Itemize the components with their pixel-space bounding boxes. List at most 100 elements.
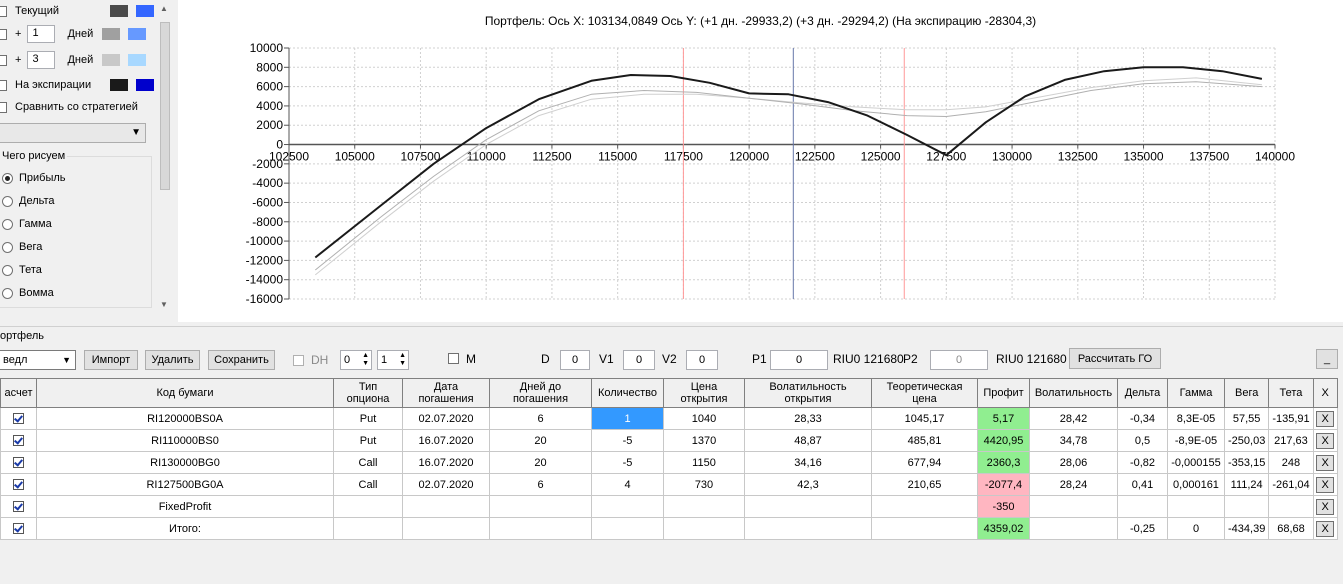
table-row[interactable]: RI110000BS0 Put 16.07.2020 20 -5 1370 48,87 485…: [0, 429, 1338, 452]
delete-button[interactable]: Удалить: [145, 350, 200, 370]
calc-cell[interactable]: [0, 473, 37, 496]
cell-type[interactable]: [333, 517, 403, 540]
cell-price[interactable]: 1150: [663, 451, 745, 474]
table-row[interactable]: RI130000BG0 Call 16.07.2020 20 -5 1150 34,16 67…: [0, 451, 1338, 474]
cell-vega[interactable]: 111,24: [1223, 473, 1270, 496]
calc-cell[interactable]: [0, 495, 37, 518]
column-header[interactable]: Количество: [591, 378, 664, 408]
cell-code[interactable]: Итого:: [36, 517, 334, 540]
cell-vol-open[interactable]: 48,87: [744, 429, 872, 452]
cell-date[interactable]: 02.07.2020: [402, 407, 490, 430]
cell-theor[interactable]: [871, 517, 978, 540]
radio-button[interactable]: [2, 172, 13, 184]
left-scroll-thumb[interactable]: [160, 22, 170, 190]
cell-delta[interactable]: -0,82: [1117, 451, 1168, 474]
cell-vega[interactable]: -434,39: [1223, 517, 1270, 540]
draw-option-4[interactable]: Тета: [0, 261, 42, 279]
cell-vol[interactable]: [1029, 495, 1118, 518]
column-header[interactable]: X: [1312, 378, 1338, 408]
minimize-button[interactable]: _: [1316, 349, 1338, 369]
cell-delta[interactable]: 0,41: [1117, 473, 1168, 496]
current-color-b[interactable]: [136, 5, 154, 17]
remove-row-button[interactable]: X: [1316, 476, 1335, 493]
column-header[interactable]: Код бумаги: [36, 378, 334, 408]
cell-qty[interactable]: 4: [591, 473, 664, 496]
cell-vega[interactable]: [1223, 495, 1270, 518]
cell-vol[interactable]: 28,42: [1029, 407, 1118, 430]
remove-row-button[interactable]: X: [1316, 498, 1335, 515]
cell-theta[interactable]: 217,63: [1268, 429, 1314, 452]
current-color-a[interactable]: [110, 5, 128, 17]
plus1-color-a[interactable]: [102, 28, 121, 40]
cell-delta[interactable]: -0,25: [1117, 517, 1168, 540]
cell-profit[interactable]: 4420,95: [977, 429, 1030, 452]
calc-checkbox[interactable]: [13, 435, 24, 447]
spin-arrows-icon[interactable]: ▲ ▼: [362, 352, 369, 368]
cell-code[interactable]: RI120000BS0A: [36, 407, 334, 430]
draw-option-3[interactable]: Вега: [0, 238, 42, 256]
cell-theor[interactable]: 1045,17: [871, 407, 978, 430]
cell-profit[interactable]: -350: [977, 495, 1030, 518]
cell-profit[interactable]: 4359,02: [977, 517, 1030, 540]
plus1-color-b[interactable]: [128, 28, 147, 40]
column-header[interactable]: Дней до погашения: [489, 378, 592, 408]
p1-input[interactable]: 0: [770, 350, 828, 370]
calc-checkbox[interactable]: [13, 523, 24, 535]
cell-qty[interactable]: 1: [591, 407, 664, 430]
column-header[interactable]: асчет: [0, 378, 37, 408]
expiry-checkbox[interactable]: [0, 79, 7, 91]
cell-profit[interactable]: 5,17: [977, 407, 1030, 430]
cell-delta[interactable]: -0,34: [1117, 407, 1168, 430]
cell-type[interactable]: Call: [333, 451, 403, 474]
cell-vega[interactable]: 57,55: [1223, 407, 1270, 430]
cell-type[interactable]: Put: [333, 429, 403, 452]
scroll-down-icon[interactable]: ▼: [160, 300, 168, 309]
cell-qty[interactable]: [591, 495, 664, 518]
cell-gamma[interactable]: -8,9E-05: [1167, 429, 1225, 452]
cell-vega[interactable]: -250,03: [1223, 429, 1270, 452]
cell-delta[interactable]: 0,5: [1117, 429, 1168, 452]
calc-checkbox[interactable]: [13, 479, 24, 491]
cell-price[interactable]: [663, 517, 745, 540]
cell-price[interactable]: 730: [663, 473, 745, 496]
cell-vol[interactable]: 34,78: [1029, 429, 1118, 452]
cell-date[interactable]: [402, 495, 490, 518]
cell-type[interactable]: Call: [333, 473, 403, 496]
radio-button[interactable]: [2, 195, 13, 207]
cell-profit[interactable]: -2077,4: [977, 473, 1030, 496]
m-checkbox[interactable]: [448, 353, 459, 364]
cell-qty[interactable]: -5: [591, 429, 664, 452]
cell-type[interactable]: Put: [333, 407, 403, 430]
cell-vol-open[interactable]: [744, 495, 872, 518]
cell-code[interactable]: RI110000BS0: [36, 429, 334, 452]
v1-input[interactable]: 0: [623, 350, 655, 370]
column-header[interactable]: Гамма: [1167, 378, 1225, 408]
plus3-color-b[interactable]: [128, 54, 147, 66]
cell-delta[interactable]: [1117, 495, 1168, 518]
plus3-color-a[interactable]: [102, 54, 121, 66]
cell-price[interactable]: 1370: [663, 429, 745, 452]
cell-vol[interactable]: [1029, 517, 1118, 540]
draw-option-5[interactable]: Вомма: [0, 284, 54, 302]
cell-code[interactable]: RI130000BG0: [36, 451, 334, 474]
cell-qty[interactable]: [591, 517, 664, 540]
cell-date[interactable]: [402, 517, 490, 540]
column-header[interactable]: Вега: [1223, 378, 1270, 408]
plus3-days-input[interactable]: 3: [27, 51, 56, 69]
expiry-color-b[interactable]: [136, 79, 154, 91]
cell-gamma[interactable]: [1167, 495, 1225, 518]
p2-input[interactable]: 0: [930, 350, 988, 370]
cell-vol-open[interactable]: 28,33: [744, 407, 872, 430]
cell-code[interactable]: RI127500BG0A: [36, 473, 334, 496]
draw-option-2[interactable]: Гамма: [0, 215, 52, 233]
save-button[interactable]: Сохранить: [208, 350, 275, 370]
cell-theor[interactable]: 210,65: [871, 473, 978, 496]
expiry-color-a[interactable]: [110, 79, 128, 91]
column-header[interactable]: Тип опциона: [333, 378, 403, 408]
d-input[interactable]: 0: [560, 350, 590, 370]
dh-checkbox[interactable]: [293, 355, 304, 366]
dh-spin-2[interactable]: 1 ▲ ▼: [377, 350, 409, 370]
cell-theor[interactable]: [871, 495, 978, 518]
cell-vega[interactable]: -353,15: [1223, 451, 1270, 474]
cell-theta[interactable]: -135,91: [1268, 407, 1314, 430]
